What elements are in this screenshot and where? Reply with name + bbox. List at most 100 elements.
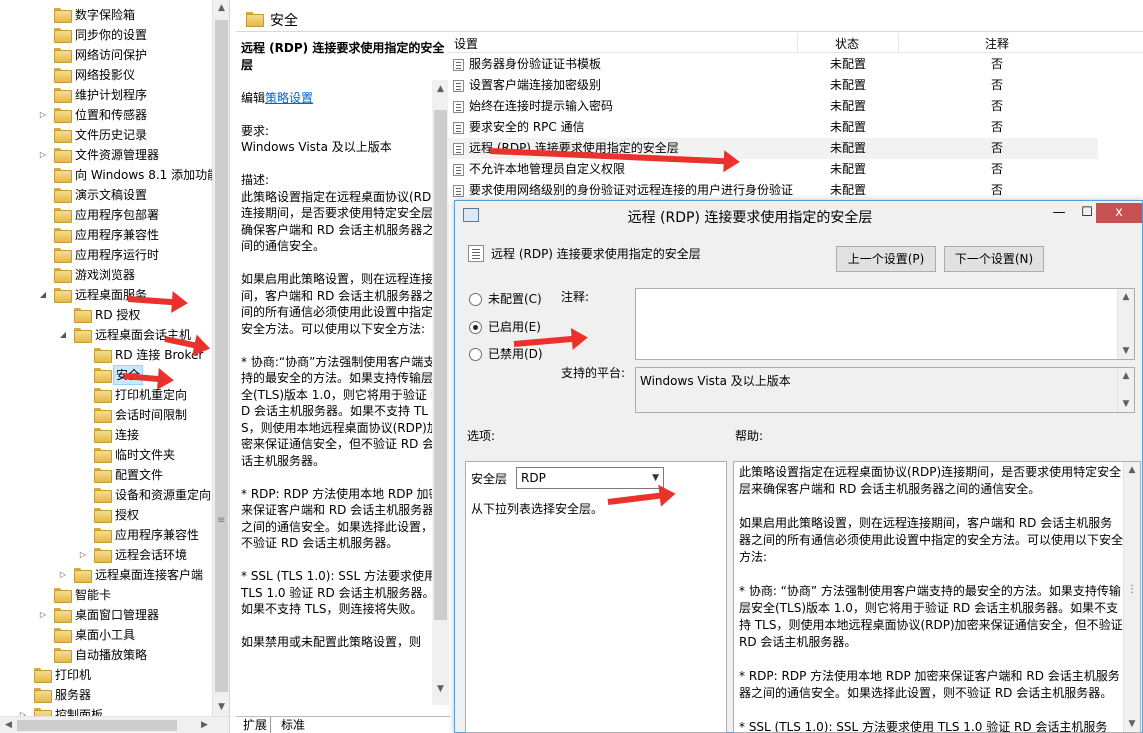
expand-chevron-icon[interactable]: ▷ [38,105,48,125]
folder-icon [54,228,72,243]
scroll-down-icon[interactable]: ▼ [1118,396,1134,412]
next-setting-button[interactable]: 下一个设置(N) [944,246,1044,272]
tree-item-label: 远程会话环境 [115,548,188,562]
row-state: 未配置 [830,120,867,134]
description-scrollbar[interactable]: ▲ ▼ [432,80,449,705]
column-setting[interactable]: 设置 [454,35,478,52]
policy-setting-icon [453,185,464,197]
folder-icon [94,368,112,383]
tree-item-label: 连接 [115,428,140,442]
folder-icon [54,148,72,163]
comment-field[interactable]: ▲ ▼ [635,288,1135,360]
comment-scrollbar[interactable]: ▲ ▼ [1117,289,1134,359]
scroll-up-icon[interactable]: ▲ [432,84,449,101]
description-p5: * SSL (TLS 1.0): SSL 方法要求使用 TLS 1.0 验证 R… [241,569,437,616]
list-row[interactable]: 要求安全的 RPC 通信 未配置 否 [448,117,1098,138]
scroll-thumb[interactable] [215,20,228,692]
scroll-down-icon[interactable]: ▼ [213,699,229,716]
expand-chevron-icon[interactable]: ◢ [58,325,68,345]
folder-icon [54,8,72,23]
scroll-down-icon[interactable]: ▼ [432,684,449,701]
previous-setting-button[interactable]: 上一个设置(P) [836,246,936,272]
folder-icon [94,448,112,463]
column-divider[interactable] [797,34,798,51]
folder-header: 安全 [236,6,1143,32]
tree-item-label: 网络投影仪 [75,68,136,82]
folder-icon [54,628,72,643]
scroll-down-icon[interactable]: ▼ [1118,343,1134,359]
dialog-titlebar[interactable]: 远程 (RDP) 连接要求使用指定的安全层 — ☐ x [455,201,1142,231]
description-p3: * 协商:“协商”方法强制使用客户端支持的最安全的方法。如果支持传输层安全(TL… [241,354,446,468]
edit-policy-link[interactable]: 策略设置 [265,91,313,105]
tree-item-label: RD 授权 [95,308,141,322]
policy-setting-icon [453,143,464,155]
radio-circle[interactable] [469,321,482,334]
column-divider[interactable] [898,34,899,51]
radio-label: 已启用(E) [488,320,541,334]
folder-title: 安全 [270,13,298,29]
row-comment: 否 [991,57,1004,71]
hscroll-thumb[interactable] [17,720,177,731]
expand-chevron-icon[interactable]: ▷ [58,565,68,585]
list-row[interactable]: 不允许本地管理员自定义权限 未配置 否 [448,159,1098,180]
dialog-header: 远程 (RDP) 连接要求使用指定的安全层 [491,247,701,261]
radio-label: 已禁用(D) [488,347,543,361]
description-title: 远程 (RDP) 连接要求使用指定的安全层 [241,41,445,72]
scroll-up-icon[interactable]: ▲ [1118,368,1134,384]
platform-scrollbar[interactable]: ▲ ▼ [1117,368,1134,412]
policy-setting-icon [453,59,464,71]
scroll-up-icon[interactable]: ▲ [1124,462,1140,478]
tree-item-label: 应用程序兼容性 [115,528,200,542]
folder-icon [34,668,52,683]
tree-horizontal-scrollbar[interactable]: ◀ ▶ [0,716,229,733]
folder-icon [54,108,72,123]
security-layer-dropdown[interactable]: RDP ▼ [516,467,664,489]
list-row[interactable]: 始终在连接时提示输入密码 未配置 否 [448,96,1098,117]
folder-icon [54,588,72,603]
row-state: 未配置 [830,99,867,113]
radio-circle[interactable] [469,348,482,361]
tab-extended[interactable]: 扩展 [240,717,272,733]
list-row[interactable]: 服务器身份验证证书模板 未配置 否 [448,54,1098,75]
grip-icon: ⋮ [1127,584,1137,595]
folder-icon [94,548,112,563]
folder-icon [54,168,72,183]
row-state: 未配置 [830,78,867,92]
close-icon[interactable]: x [1096,203,1142,223]
requirements-value: Windows Vista 及以上版本 [241,140,392,154]
row-setting-name: 要求使用网络级别的身份验证对远程连接的用户进行身份验证 [469,183,794,197]
expand-chevron-icon[interactable]: ◢ [38,285,48,305]
scroll-up-icon[interactable]: ▲ [1118,289,1134,305]
tree-item-label: 打印机重定向 [115,388,188,402]
scroll-right-icon[interactable]: ▶ [196,717,213,733]
column-comment[interactable]: 注释 [985,35,1009,52]
tab-standard[interactable]: 标准 [278,717,308,733]
scroll-up-icon[interactable]: ▲ [213,0,229,17]
list-row[interactable]: 要求使用网络级别的身份验证对远程连接的用户进行身份验证 未配置 否 [448,180,1098,201]
column-state[interactable]: 状态 [835,35,859,52]
row-state: 未配置 [830,57,867,71]
expand-chevron-icon[interactable]: ▷ [38,605,48,625]
minimize-icon[interactable]: — [1045,203,1073,223]
help-scrollbar[interactable]: ▲ ⋮ ▼ [1123,462,1140,732]
list-row[interactable]: 设置客户端连接加密级别 未配置 否 [448,75,1098,96]
scroll-down-icon[interactable]: ▼ [1124,716,1140,732]
list-header: 设置 状态 注释 [448,32,1143,53]
tree-item-label: 应用程序运行时 [75,248,160,262]
tree-vertical-scrollbar[interactable]: ▲ ≡ ▼ [212,0,229,716]
help-p1: 此策略设置指定在远程桌面协议(RDP)连接期间，是否要求使用特定安全层来确保客户… [739,465,1122,496]
folder-icon [94,528,112,543]
expand-chevron-icon[interactable]: ▷ [38,145,48,165]
scroll-thumb[interactable] [434,110,447,620]
radio-circle[interactable] [469,293,482,306]
folder-icon [246,12,264,27]
help-p4: * RDP: RDP 方法使用本地 RDP 加密来保证客户端和 RD 会话主机服… [739,669,1120,700]
scroll-left-icon[interactable]: ◀ [0,717,17,733]
expand-chevron-icon[interactable]: ▷ [78,545,88,565]
